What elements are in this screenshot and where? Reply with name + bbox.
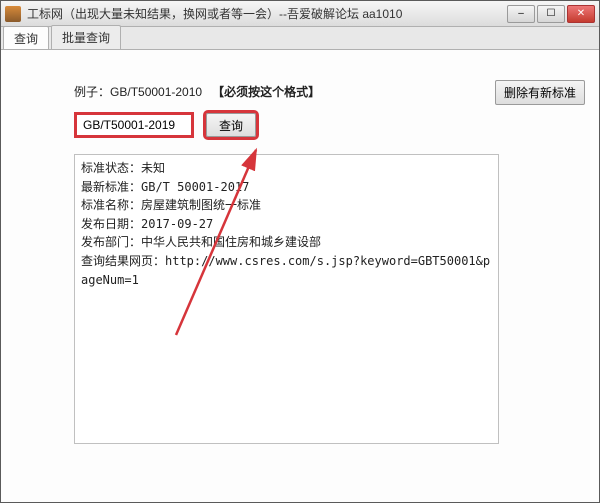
- app-window: 工标网（出现大量未知结果，换网或者等一会）--吾爱破解论坛 aa1010 查询 …: [0, 0, 600, 503]
- input-row: 查询: [74, 112, 504, 138]
- result-line-latest: 最新标准：GB/T 50001-2017: [81, 178, 492, 197]
- window-title: 工标网（出现大量未知结果，换网或者等一会）--吾爱破解论坛 aa1010: [27, 5, 507, 22]
- maximize-button[interactable]: [537, 5, 565, 23]
- example-hint: 【必须按这个格式】: [212, 85, 320, 99]
- query-panel: 例子：GB/T50001-2010 【必须按这个格式】 查询 标准状态：未知 最…: [74, 83, 504, 444]
- result-line-date: 发布日期：2017-09-27: [81, 215, 492, 234]
- titlebar: 工标网（出现大量未知结果，换网或者等一会）--吾爱破解论坛 aa1010: [1, 1, 599, 27]
- example-row: 例子：GB/T50001-2010 【必须按这个格式】: [74, 83, 504, 100]
- minimize-button[interactable]: [507, 5, 535, 23]
- result-textarea[interactable]: 标准状态：未知 最新标准：GB/T 50001-2017 标准名称：房屋建筑制图…: [74, 154, 499, 444]
- content-area: 删除有新标准 例子：GB/T50001-2010 【必须按这个格式】 查询 标准…: [1, 49, 599, 502]
- app-icon: [5, 6, 21, 22]
- tab-query[interactable]: 查询: [3, 26, 49, 50]
- tab-bar: 查询 批量查询: [1, 27, 599, 49]
- result-line-url: 查询结果网页：http://www.csres.com/s.jsp?keywor…: [81, 252, 492, 289]
- result-line-dept: 发布部门：中华人民共和国住房和城乡建设部: [81, 233, 492, 252]
- tab-batch-query[interactable]: 批量查询: [51, 25, 121, 49]
- standard-code-input[interactable]: [74, 112, 194, 138]
- example-value: GB/T50001-2010: [110, 85, 202, 99]
- delete-new-standard-button[interactable]: 删除有新标准: [495, 80, 585, 105]
- example-label: 例子：: [74, 85, 110, 99]
- close-button[interactable]: [567, 5, 595, 23]
- query-button[interactable]: 查询: [206, 113, 256, 137]
- window-controls: [507, 5, 595, 23]
- result-line-name: 标准名称：房屋建筑制图统一标准: [81, 196, 492, 215]
- result-line-status: 标准状态：未知: [81, 159, 492, 178]
